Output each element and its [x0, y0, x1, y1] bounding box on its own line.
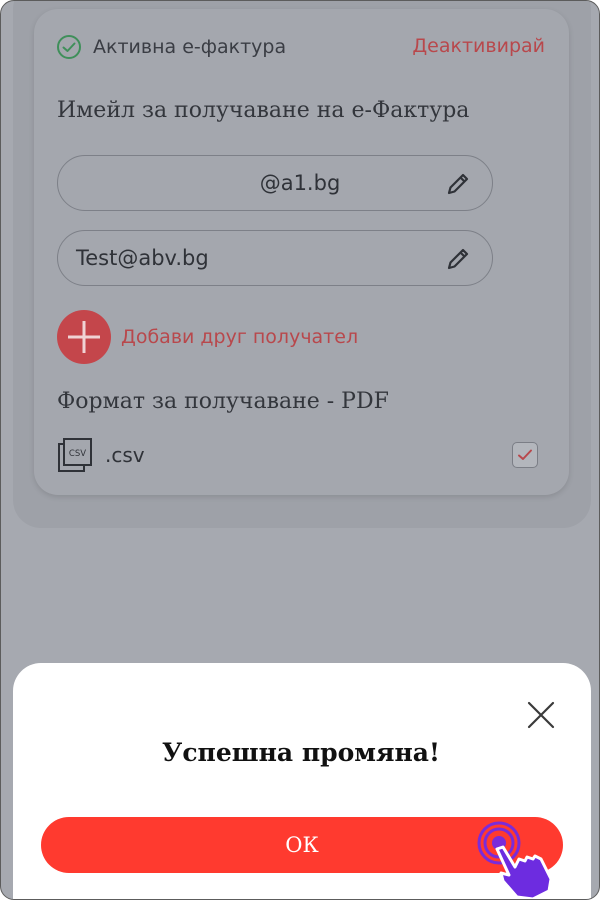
add-recipient-label[interactable]: Добави друг получател — [121, 326, 358, 348]
csv-checkbox[interactable] — [512, 442, 538, 468]
pencil-icon[interactable] — [444, 245, 472, 273]
einvoice-status: Активна е-фактура — [56, 33, 286, 61]
tap-hand-icon — [477, 821, 553, 899]
csv-option: CSV .csv — [57, 437, 145, 473]
email-field-1[interactable]: @a1.bg — [57, 155, 493, 211]
status-label: Активна е-фактура — [93, 36, 287, 58]
check-circle-icon — [57, 35, 81, 59]
email-value: @a1.bg — [259, 171, 341, 195]
email-field-2[interactable]: Test@abv.bg — [57, 230, 493, 286]
pencil-icon[interactable] — [444, 170, 472, 198]
email-section-title: Имейл за получаване на е-Фактура — [57, 98, 470, 123]
checkmark-icon — [518, 449, 532, 460]
format-title: Формат за получаване - PDF — [57, 389, 389, 414]
close-icon[interactable] — [524, 698, 558, 732]
email-value: Test@abv.bg — [76, 246, 209, 270]
add-recipient[interactable]: Добави друг получател — [57, 310, 358, 364]
csv-label: .csv — [105, 443, 145, 467]
plus-icon[interactable] — [57, 310, 111, 364]
deactivate-link[interactable]: Деактивирай — [412, 35, 545, 57]
csv-file-icon: CSV — [58, 438, 92, 472]
csv-icon-text: CSV — [69, 449, 86, 459]
dialog-title: Успешна промяна! — [162, 738, 440, 767]
app-frame: Активна е-фактура Деактивирай Имейл за п… — [0, 0, 600, 900]
